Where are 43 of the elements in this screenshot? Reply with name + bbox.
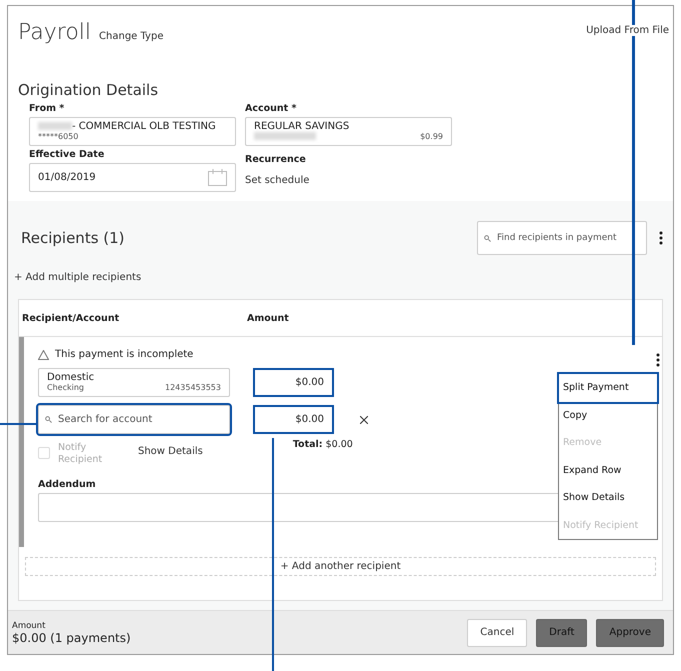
footer-button[interactable]: Cancel bbox=[467, 618, 528, 646]
search-icon bbox=[45, 416, 52, 423]
column-header: Recipient/Account bbox=[21, 312, 120, 324]
search-field[interactable]: Find recipients in payment bbox=[477, 221, 647, 255]
column-header: Amount bbox=[247, 312, 289, 324]
amount-field[interactable]: $0.00 bbox=[253, 405, 334, 434]
field-label: Account * bbox=[245, 103, 298, 114]
schedule-link[interactable]: Set schedule bbox=[245, 175, 310, 186]
field-label: Recurrence bbox=[245, 154, 307, 165]
account-field[interactable]: Domestic Checking 12435453553 bbox=[38, 368, 230, 397]
section-title: Recipients (1) bbox=[20, 229, 126, 247]
menu-item[interactable]: Split Payment bbox=[559, 374, 657, 402]
field-label: Addendum bbox=[38, 479, 97, 490]
change-type-link[interactable]: Change Type bbox=[99, 31, 164, 42]
search-icon bbox=[484, 234, 491, 242]
more-icon[interactable] bbox=[656, 353, 660, 367]
menu-item[interactable]: Copy bbox=[559, 402, 657, 429]
total-text: Total: $0.00 bbox=[292, 439, 353, 450]
footer-button[interactable]: Draft bbox=[536, 618, 588, 646]
show-details-link[interactable]: Show Details bbox=[138, 446, 203, 457]
account-field[interactable]: REGULAR SAVINGS $0.99 bbox=[245, 117, 452, 146]
more-icon[interactable] bbox=[659, 231, 663, 245]
add-multiple-link[interactable]: + Add multiple recipients bbox=[14, 272, 663, 283]
upload-link[interactable]: Upload From File bbox=[586, 25, 669, 36]
from-field[interactable]: - COMMERCIAL OLB TESTING *****6050 bbox=[29, 117, 236, 146]
amount-field[interactable]: $0.00 bbox=[253, 368, 334, 397]
notify-label: Notify Recipient bbox=[58, 442, 104, 466]
date-field[interactable]: 01/08/2019 bbox=[29, 163, 236, 192]
menu-item[interactable]: Expand Row bbox=[559, 456, 657, 484]
amount-label: Amount bbox=[12, 620, 46, 630]
amount-summary: $0.00 (1 payments) bbox=[12, 630, 132, 644]
field-label: From * bbox=[29, 103, 66, 114]
footer-button[interactable]: Approve bbox=[596, 618, 664, 646]
field-label: Effective Date bbox=[29, 149, 106, 160]
callout-line bbox=[0, 423, 36, 425]
close-icon[interactable] bbox=[360, 416, 368, 424]
menu-item[interactable]: Show Details bbox=[559, 484, 657, 512]
account-search-field[interactable]: Search for account bbox=[38, 405, 230, 434]
warning-icon bbox=[38, 350, 49, 360]
section-title: Origination Details bbox=[18, 81, 160, 99]
page-title: Payroll bbox=[18, 20, 92, 45]
warning-text: This payment is incomplete bbox=[55, 349, 194, 360]
add-recipient-button[interactable]: + Add another recipient bbox=[25, 557, 656, 576]
